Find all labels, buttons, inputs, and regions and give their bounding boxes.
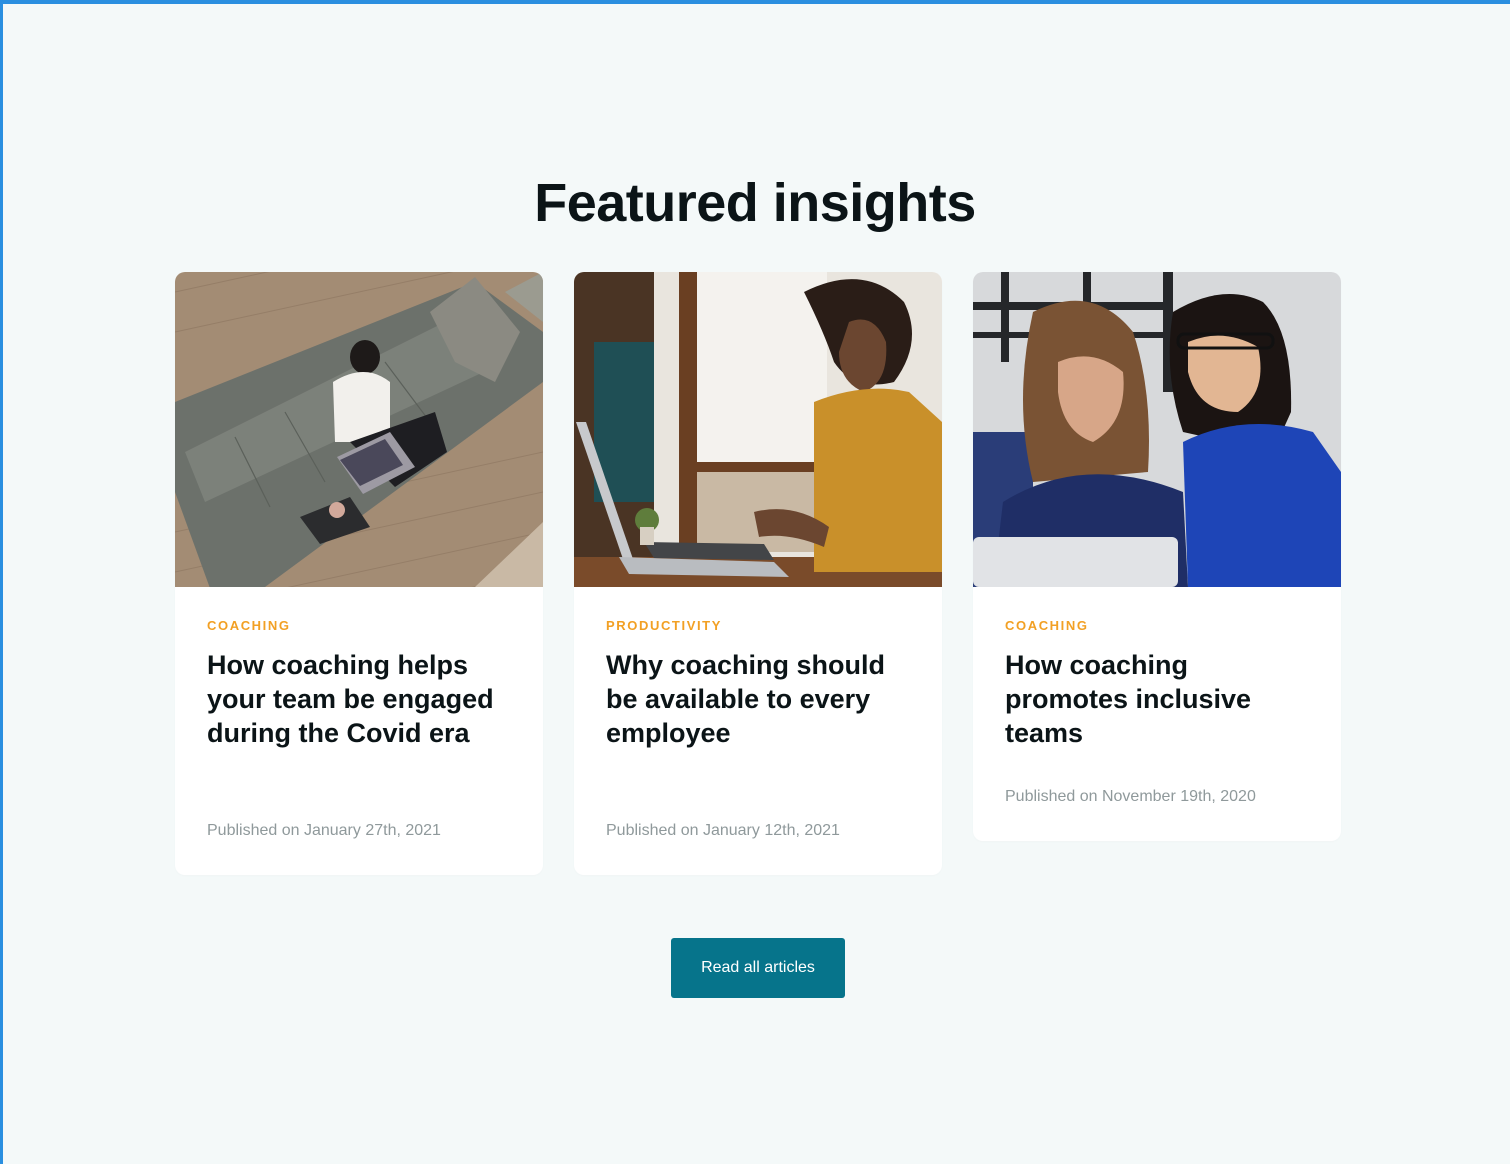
article-card[interactable]: COACHING How coaching promotes inclusive… <box>973 272 1341 841</box>
article-date: Published on November 19th, 2020 <box>1005 788 1256 805</box>
article-title[interactable]: Why coaching should be available to ever… <box>606 648 906 750</box>
article-date: Published on January 27th, 2021 <box>207 822 441 839</box>
article-title[interactable]: How coaching promotes inclusive teams <box>1005 648 1305 750</box>
article-category: COACHING <box>1005 618 1089 633</box>
article-date: Published on January 12th, 2021 <box>606 822 840 839</box>
article-category: PRODUCTIVITY <box>606 618 722 633</box>
section-title: Featured insights <box>534 173 976 233</box>
article-title[interactable]: How coaching helps your team be engaged … <box>207 648 507 750</box>
article-card[interactable]: PRODUCTIVITY Why coaching should be avai… <box>574 272 942 875</box>
article-image-woman-typing <box>574 272 942 587</box>
article-card[interactable]: COACHING How coaching helps your team be… <box>175 272 543 875</box>
read-all-articles-button[interactable]: Read all articles <box>671 938 845 998</box>
article-category: COACHING <box>207 618 291 633</box>
article-image-woman-on-sofa <box>175 272 543 587</box>
article-image-two-women-laptop <box>973 272 1341 587</box>
